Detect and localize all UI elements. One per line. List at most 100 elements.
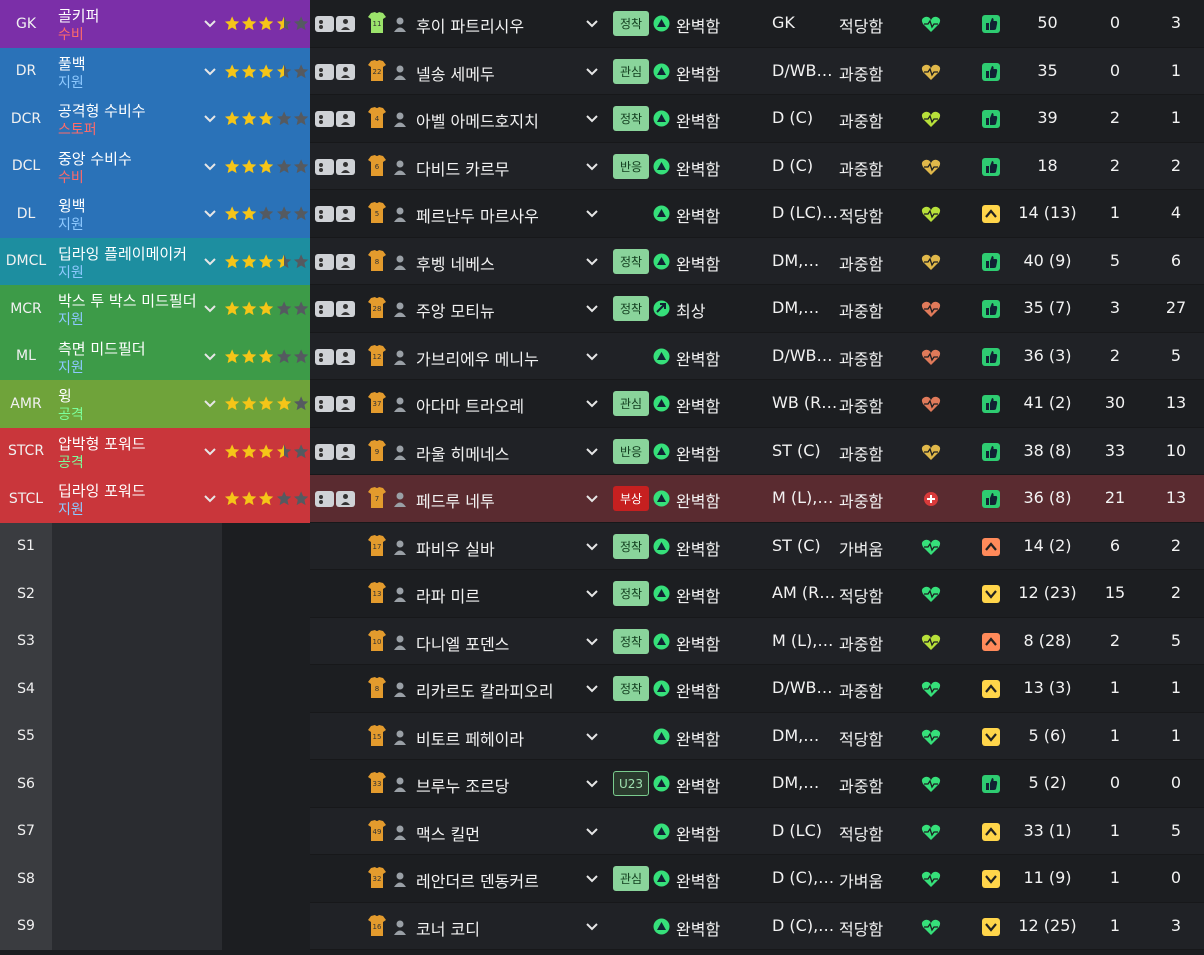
chevron-down-icon[interactable]	[584, 348, 600, 364]
player-name[interactable]: 페드루 네투	[416, 488, 495, 512]
role-cell[interactable]	[52, 807, 222, 855]
position-cell[interactable]: DCR	[0, 95, 52, 143]
player-name[interactable]: 라파 미르	[416, 583, 480, 607]
instructions-toggle-icon[interactable]	[314, 443, 356, 461]
instructions-toggle-icon[interactable]	[314, 253, 356, 271]
role-cell[interactable]: 딥라잉 플레이메이커 지원	[52, 237, 222, 285]
position-cell[interactable]: DL	[0, 190, 52, 238]
position-cell[interactable]: ML	[0, 332, 52, 380]
position-cell[interactable]: S2	[0, 570, 52, 618]
role-cell[interactable]: 측면 미드필더 지원	[52, 332, 222, 380]
table-row[interactable]: DMCL 딥라잉 플레이메이커 지원 8 후벵 네베스 정착 완벽함 DM,… 과중함 40 (9…	[0, 237, 1204, 285]
role-cell[interactable]	[52, 760, 222, 808]
chevron-down-icon[interactable]	[584, 205, 600, 221]
instructions-toggle-icon[interactable]	[314, 110, 356, 128]
role-cell[interactable]: 박스 투 박스 미드필더 지원	[52, 285, 222, 333]
player-name[interactable]: 코너 코디	[416, 916, 480, 940]
table-row[interactable]: STCL 딥라잉 포워드 지원 7 페드루 네투 부상 완벽함 M (L),… 과중함 36 (8…	[0, 475, 1204, 523]
position-cell[interactable]: S3	[0, 617, 52, 665]
player-name[interactable]: 맥스 킬먼	[416, 821, 480, 845]
chevron-down-icon[interactable]	[584, 633, 600, 649]
position-cell[interactable]: AMR	[0, 380, 52, 428]
chevron-down-icon[interactable]	[584, 490, 600, 506]
role-cell[interactable]: 윙 공격	[52, 380, 222, 428]
instructions-toggle-icon[interactable]	[314, 395, 356, 413]
chevron-down-icon[interactable]	[584, 63, 600, 79]
player-name[interactable]: 넬송 세메두	[416, 61, 495, 85]
chevron-down-icon[interactable]	[584, 110, 600, 126]
role-cell[interactable]	[52, 522, 222, 570]
position-cell[interactable]: GK	[0, 0, 52, 48]
table-row[interactable]: S7 49 맥스 킬먼 완벽함 D (LC) 적당함 33 (1) 1 5	[0, 807, 1204, 855]
table-row[interactable]: GK 골키퍼 수비 11 후이 파트리시우 정착 완벽함 GK 적당함 50 0 3	[0, 0, 1204, 48]
instructions-toggle-icon[interactable]	[314, 205, 356, 223]
chevron-down-icon[interactable]	[202, 443, 218, 459]
table-row[interactable]: S2 13 라파 미르 정착 완벽함 AM (R… 적당함 12 (23) 15 2	[0, 570, 1204, 618]
role-cell[interactable]: 공격형 수비수 스토퍼	[52, 95, 222, 143]
position-cell[interactable]: S4	[0, 665, 52, 713]
table-row[interactable]: DCR 공격형 수비수 스토퍼 4 아벨 아메드호지치 정착 완벽함 D (C) 과중함 39 2 1	[0, 95, 1204, 143]
player-name[interactable]: 파비우 실바	[416, 536, 495, 560]
role-cell[interactable]	[52, 570, 222, 618]
player-name[interactable]: 후이 파트리시우	[416, 13, 524, 37]
player-name[interactable]: 주앙 모티뉴	[416, 298, 495, 322]
role-cell[interactable]: 중앙 수비수 수비	[52, 142, 222, 190]
table-row[interactable]: S1 17 파비우 실바 정착 완벽함 ST (C) 가벼움 14 (2) 6 2	[0, 522, 1204, 570]
position-cell[interactable]: DMCL	[0, 237, 52, 285]
position-cell[interactable]: S8	[0, 855, 52, 903]
table-row[interactable]: S4 8 리카르도 칼라피오리 정착 완벽함 D/WB… 과중함 13 (3) 1 1	[0, 665, 1204, 713]
role-cell[interactable]	[52, 855, 222, 903]
role-cell[interactable]	[52, 617, 222, 665]
player-name[interactable]: 브루누 조르당	[416, 773, 509, 797]
table-row[interactable]: DL 윙백 지원 5 페르난두 마르사우 완벽함 D (LC)… 적당함 14 (13) 1 4	[0, 190, 1204, 238]
player-name[interactable]: 후벵 네베스	[416, 251, 495, 275]
chevron-down-icon[interactable]	[584, 158, 600, 174]
player-name[interactable]: 페르난두 마르사우	[416, 203, 539, 227]
role-cell[interactable]: 골키퍼 수비	[52, 0, 222, 48]
role-cell[interactable]: 압박형 포워드 공격	[52, 427, 222, 475]
chevron-down-icon[interactable]	[584, 538, 600, 554]
chevron-down-icon[interactable]	[202, 158, 218, 174]
position-cell[interactable]: DR	[0, 47, 52, 95]
chevron-down-icon[interactable]	[202, 110, 218, 126]
role-cell[interactable]	[52, 665, 222, 713]
instructions-toggle-icon[interactable]	[314, 15, 356, 33]
chevron-down-icon[interactable]	[584, 585, 600, 601]
instructions-toggle-icon[interactable]	[314, 63, 356, 81]
position-cell[interactable]: S6	[0, 760, 52, 808]
chevron-down-icon[interactable]	[584, 300, 600, 316]
chevron-down-icon[interactable]	[584, 443, 600, 459]
chevron-down-icon[interactable]	[202, 395, 218, 411]
player-name[interactable]: 아다마 트라오레	[416, 393, 524, 417]
table-row[interactable]: AMR 윙 공격 37 아다마 트라오레 관심 완벽함 WB (R… 과중함 41 (2) 30 13	[0, 380, 1204, 428]
instructions-toggle-icon[interactable]	[314, 348, 356, 366]
player-name[interactable]: 라울 히메네스	[416, 441, 509, 465]
chevron-down-icon[interactable]	[584, 15, 600, 31]
table-row[interactable]: S5 15 비토르 페헤이라 완벽함 DM,… 적당함 5 (6) 1 1	[0, 712, 1204, 760]
role-cell[interactable]: 윙백 지원	[52, 190, 222, 238]
chevron-down-icon[interactable]	[202, 15, 218, 31]
instructions-toggle-icon[interactable]	[314, 490, 356, 508]
table-row[interactable]: S8 32 레안더르 덴동커르 관심 완벽함 D (C),… 가벼움 11 (9) 1 0	[0, 855, 1204, 903]
table-row[interactable]: S9 16 코너 코디 완벽함 D (C),… 적당함 12 (25) 1 3	[0, 902, 1204, 950]
table-row[interactable]: MCR 박스 투 박스 미드필더 지원 28 주앙 모티뉴 정착 최상 DM,… 과중함 35 (…	[0, 285, 1204, 333]
chevron-down-icon[interactable]	[202, 205, 218, 221]
position-cell[interactable]: STCR	[0, 427, 52, 475]
chevron-down-icon[interactable]	[202, 253, 218, 269]
player-name[interactable]: 비토르 페헤이라	[416, 726, 524, 750]
chevron-down-icon[interactable]	[584, 775, 600, 791]
table-row[interactable]: ML 측면 미드필더 지원 12 가브리에우 메니누 완벽함 D/WB… 과중함 36 (3) 2…	[0, 332, 1204, 380]
instructions-toggle-icon[interactable]	[314, 158, 356, 176]
chevron-down-icon[interactable]	[202, 300, 218, 316]
chevron-down-icon[interactable]	[584, 728, 600, 744]
position-cell[interactable]: S5	[0, 712, 52, 760]
chevron-down-icon[interactable]	[202, 490, 218, 506]
position-cell[interactable]: DCL	[0, 142, 52, 190]
player-name[interactable]: 가브리에우 메니누	[416, 346, 539, 370]
table-row[interactable]: DCL 중앙 수비수 수비 6 다비드 카르무 반응 완벽함 D (C) 과중함 18 2 2	[0, 142, 1204, 190]
chevron-down-icon[interactable]	[584, 870, 600, 886]
position-cell[interactable]: S1	[0, 522, 52, 570]
position-cell[interactable]: S9	[0, 902, 52, 950]
table-row[interactable]: S3 10 다니엘 포덴스 정착 완벽함 M (L),… 과중함 8 (28) 2 5	[0, 617, 1204, 665]
player-name[interactable]: 레안더르 덴동커르	[416, 868, 539, 892]
